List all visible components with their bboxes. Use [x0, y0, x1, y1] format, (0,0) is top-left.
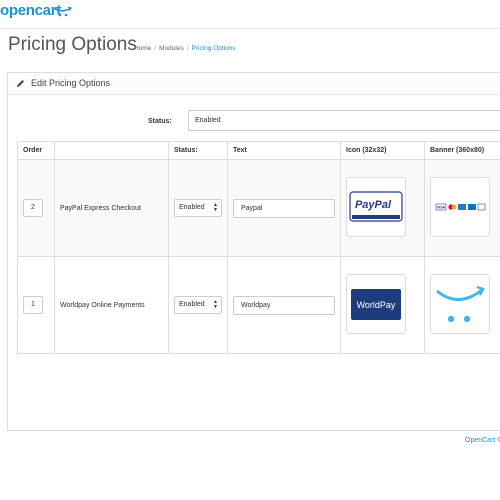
panel-title: Edit Pricing Options: [31, 78, 111, 88]
icon-thumbnail[interactable]: WorldPay: [346, 274, 406, 334]
top-bar: opencart: [0, 0, 500, 29]
paypal-logo-icon: PayPal: [349, 191, 403, 222]
card-logos-icon: VISA: [435, 203, 486, 211]
text-cell: Paypal: [227, 159, 341, 257]
opencart-logo[interactable]: opencart: [0, 2, 61, 19]
breadcrumb-home[interactable]: Home: [134, 45, 151, 52]
column-header-status: Status:: [168, 141, 228, 160]
status-select-value: Enabled: [195, 117, 221, 124]
footer-opencart-link[interactable]: OpenCart: [465, 437, 495, 444]
worldpay-logo-icon: WorldPay: [351, 289, 401, 320]
footer: OpenCart © 2: [465, 437, 500, 444]
logo-text: opencart: [0, 2, 61, 19]
select-arrows-icon: ▲ ▼: [213, 299, 218, 310]
table-row: 2 PayPal Express Checkout Enabled ▲ ▼ Pay…: [17, 159, 500, 257]
row-status-value: Enabled: [179, 204, 205, 211]
status-cell: Enabled ▲ ▼: [168, 159, 228, 257]
status-label: Status:: [148, 118, 172, 125]
breadcrumb-separator: /: [186, 45, 189, 52]
banner-cell: [424, 256, 500, 354]
column-header-icon: Icon (32x32): [340, 141, 425, 160]
row-status-select[interactable]: Enabled ▲ ▼: [174, 199, 222, 217]
select-arrows-icon: ▲ ▼: [213, 202, 218, 213]
card-logo-text: VISA: [437, 206, 446, 210]
pencil-icon: [17, 80, 24, 87]
order-cell: 1: [17, 256, 55, 354]
paypal-icon-label: PayPal: [355, 199, 392, 211]
pricing-options-table: Order Status: Text Icon (32x32) Banner (…: [17, 141, 500, 354]
cart-logo-icon: [54, 7, 72, 17]
worldpay-icon-label: WorldPay: [357, 300, 396, 310]
icon-cell: WorldPay: [340, 256, 425, 354]
breadcrumb-separator: /: [154, 45, 157, 52]
text-cell: Worldpay: [227, 256, 341, 354]
breadcrumb-current[interactable]: Pricing Options: [192, 45, 236, 52]
banner-thumbnail[interactable]: VISA: [430, 177, 490, 237]
row-status-select[interactable]: Enabled ▲ ▼: [174, 296, 222, 314]
table-row: 1 Worldpay Online Payments Enabled ▲ ▼ Wo…: [17, 256, 500, 354]
opencart-cart-icon: [436, 285, 485, 323]
page-title: Pricing Options: [8, 34, 137, 55]
edit-panel: Edit Pricing Options Status: Enabled Ord…: [7, 72, 500, 444]
order-input[interactable]: 1: [23, 296, 43, 314]
breadcrumb-modules[interactable]: Modules: [159, 45, 184, 52]
table-header-row: Order Status: Text Icon (32x32) Banner (…: [17, 141, 500, 160]
banner-thumbnail[interactable]: [430, 274, 490, 334]
method-name: Worldpay Online Payments: [54, 256, 169, 354]
method-name: PayPal Express Checkout: [54, 159, 169, 257]
status-select[interactable]: Enabled: [188, 110, 500, 131]
panel-heading: Edit Pricing Options: [8, 73, 500, 95]
order-input[interactable]: 2: [23, 199, 43, 217]
column-header-order: Order: [17, 141, 55, 160]
banner-cell: VISA: [424, 159, 500, 257]
icon-thumbnail[interactable]: PayPal: [346, 177, 406, 237]
icon-cell: PayPal: [340, 159, 425, 257]
column-header-banner: Banner (360x80): [424, 141, 500, 160]
row-status-value: Enabled: [179, 301, 205, 308]
text-input[interactable]: Paypal: [233, 198, 335, 218]
column-header-name: [54, 141, 169, 160]
breadcrumb: Home / Modules / Pricing Options: [134, 45, 236, 52]
status-cell: Enabled ▲ ▼: [168, 256, 228, 354]
order-cell: 2: [17, 159, 55, 257]
text-input[interactable]: Worldpay: [233, 295, 335, 315]
column-header-text: Text: [227, 141, 341, 160]
